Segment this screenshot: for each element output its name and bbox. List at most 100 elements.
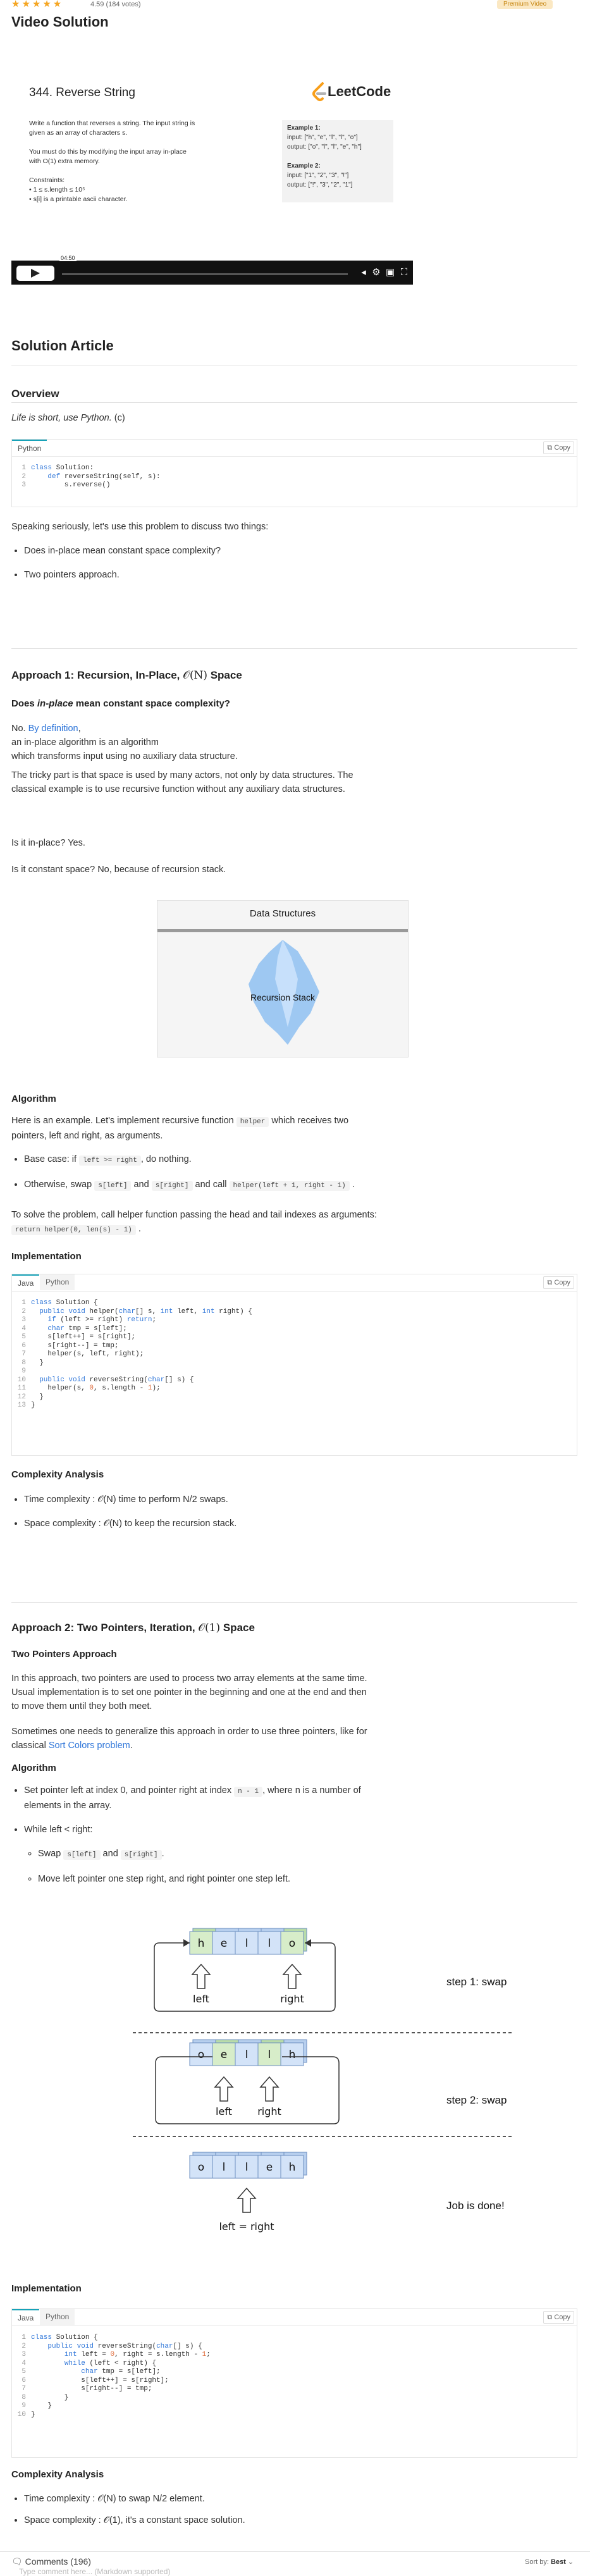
tab-java[interactable]: Java [12, 2309, 40, 2326]
left-pointer-label: left [193, 1993, 209, 2005]
line-number: 8 [22, 2393, 26, 2401]
array-letter: h [289, 2161, 296, 2174]
copy-button[interactable]: ⧉ Copy [543, 2311, 574, 2324]
line-number: 3 [22, 1316, 26, 1324]
tab-python[interactable]: Python [40, 2309, 75, 2325]
line-number: 11 [17, 1384, 26, 1392]
description-line: Constraints: [29, 176, 65, 184]
approach1-code-block: Java Python ⧉ Copy 1 class Solution {2 pu… [11, 1274, 577, 1456]
code-text: char tmp = s[left]; [47, 1324, 127, 1333]
example-line: output: ["o", "l", "l", "e", "h"] [287, 144, 362, 151]
line-number: 2 [22, 1307, 26, 1316]
inline-code: return helper(0, len(s) - 1) [11, 1225, 136, 1235]
right-pointer-label: right [280, 1993, 304, 2005]
code-tabs: Python ⧉ Copy [12, 440, 577, 457]
code-line: 12 } [12, 1393, 577, 1402]
copy-label: Copy [554, 1279, 570, 1286]
code-tabs: Java Python ⧉ Copy [12, 2309, 577, 2326]
code-lines: 1 class Solution {2 public void reverseSt… [12, 2326, 577, 2419]
generalize-text: . [130, 1741, 133, 1751]
code-text: int left = 0, right = s.length - 1; [64, 2351, 211, 2358]
example-line [287, 152, 362, 162]
tab-python[interactable]: Python [12, 440, 47, 456]
line-number: 1 [22, 464, 26, 472]
code-text: s.reverse() [31, 481, 111, 489]
code-line: 3 int left = 0, right = s.length - 1; [12, 2351, 577, 2360]
settings-gear-icon[interactable]: ⚙ [371, 267, 382, 278]
line-number: 9 [22, 1367, 26, 1375]
code-text: } [31, 1402, 35, 1409]
code-line: 9 } [12, 2402, 577, 2411]
line-number: 1 [22, 1299, 26, 1307]
line-number: 1 [22, 2334, 26, 2341]
video-time-tooltip: 04:50 [59, 255, 77, 261]
video-description: Write a function that reverses a string.… [29, 119, 219, 204]
code-line: 5 char tmp = s[left]; [12, 2368, 577, 2377]
array-letter: o [198, 2161, 204, 2174]
list-item: Two pointers approach. [24, 568, 581, 582]
comment-input-area[interactable]: Type comment here... (Markdown supported… [0, 2568, 590, 2576]
overview-code-block: Python ⧉ Copy 1 class Solution: 2 def reve… [11, 439, 577, 507]
generalize-paragraph: Sometimes one needs to generalize this a… [11, 1725, 378, 1753]
code-line: 1 class Solution: [12, 464, 577, 473]
code-line: 6 s[left++] = s[right]; [12, 2377, 577, 2386]
bullet-text: and [131, 1180, 152, 1190]
list-item: Swap s[left] and s[right]. [38, 1847, 581, 1862]
code-line: 10 public void reverseString(char[] s) { [12, 1376, 577, 1385]
bullet-text: . [349, 1180, 355, 1190]
definition-paragraph: No. By definition, an in-place algorithm… [11, 724, 238, 761]
left-pointer-label: left [216, 2105, 232, 2117]
example-line: Example 1: [287, 125, 321, 132]
video-control-bar [11, 261, 413, 285]
code-text: char tmp = s[left]; [81, 2368, 161, 2376]
bullet-text: and [100, 1849, 121, 1859]
water-line [157, 929, 408, 932]
rating-stars[interactable]: ★★★★★ [11, 0, 63, 9]
two-pointers-subheading: Two Pointers Approach [11, 1649, 117, 1660]
copy-button[interactable]: ⧉ Copy [543, 1276, 574, 1289]
approach2-heading-suffix: Space [220, 1622, 255, 1634]
copy-button[interactable]: ⧉ Copy [543, 441, 574, 454]
overview-intro-suffix: (c) [111, 413, 125, 423]
comments-header: 🗨 Comments (196) [11, 2556, 91, 2567]
copy-icon: ⧉ [547, 444, 555, 452]
fullscreen-icon[interactable]: ⛶ [398, 267, 410, 278]
code-line: 11 helper(s, 0, s.length - 1); [12, 1384, 577, 1393]
code-text: helper(s, 0, s.length - 1); [31, 1384, 161, 1392]
up-arrow-icon [282, 1963, 302, 1989]
array-letter: l [268, 2049, 271, 2061]
list-item: Time complexity : 𝒪(N) to swap N/2 eleme… [24, 2492, 581, 2506]
definition-line-2: which transforms input using no auxiliar… [11, 751, 238, 761]
overview-intro: Life is short, use Python. (c) [11, 411, 125, 425]
algorithm-paragraph: Here is an example. Let's implement recu… [11, 1114, 353, 1143]
line-number: 10 [17, 2410, 26, 2419]
tab-java[interactable]: Java [12, 1274, 40, 1291]
code-text: public void reverseString(char[] s) { [47, 2342, 202, 2350]
definition-link[interactable]: By definition [28, 724, 78, 734]
line-number: 4 [22, 2359, 26, 2367]
tricky-paragraph: The tricky part is that space is used by… [11, 770, 353, 794]
line-number: 5 [22, 1333, 26, 1341]
inline-code: s[left] [63, 1850, 101, 1860]
up-arrow-icon [191, 1963, 211, 1989]
code-line: 2 public void reverseString(char[] s) { [12, 2343, 577, 2351]
comment-input-placeholder: Type comment here... (Markdown supported… [19, 2567, 171, 2576]
sort-control[interactable]: Sort by: Best ⌄ [525, 2558, 574, 2566]
video-player[interactable]: 344. Reverse String LeetCode Write a fun… [11, 49, 413, 285]
overview-intro-italic: Life is short, use Python. [11, 413, 112, 423]
video-progress-bar[interactable] [62, 273, 348, 275]
code-line: 1 class Solution { [12, 2334, 577, 2343]
volume-icon[interactable]: ◂ [358, 267, 369, 278]
picture-in-picture-icon[interactable]: ▣ [384, 267, 396, 278]
description-line [29, 166, 219, 176]
list-item: Does in-place mean constant space comple… [24, 544, 581, 558]
code-line: 3 if (left >= right) return; [12, 1316, 577, 1325]
code-text: } [31, 1393, 44, 1401]
algorithm-bullets: Base case: if left >= right, do nothing.… [11, 1152, 581, 1193]
description-line: given as an array of characters s. [29, 129, 128, 137]
code-line: 1 class Solution { [12, 1299, 577, 1308]
approach1-subheading: Does in-place mean constant space comple… [11, 698, 230, 709]
list-item: Set pointer left at index 0, and pointer… [24, 1784, 378, 1813]
tab-python[interactable]: Python [40, 1274, 75, 1290]
sort-colors-link[interactable]: Sort Colors problem [49, 1741, 130, 1751]
